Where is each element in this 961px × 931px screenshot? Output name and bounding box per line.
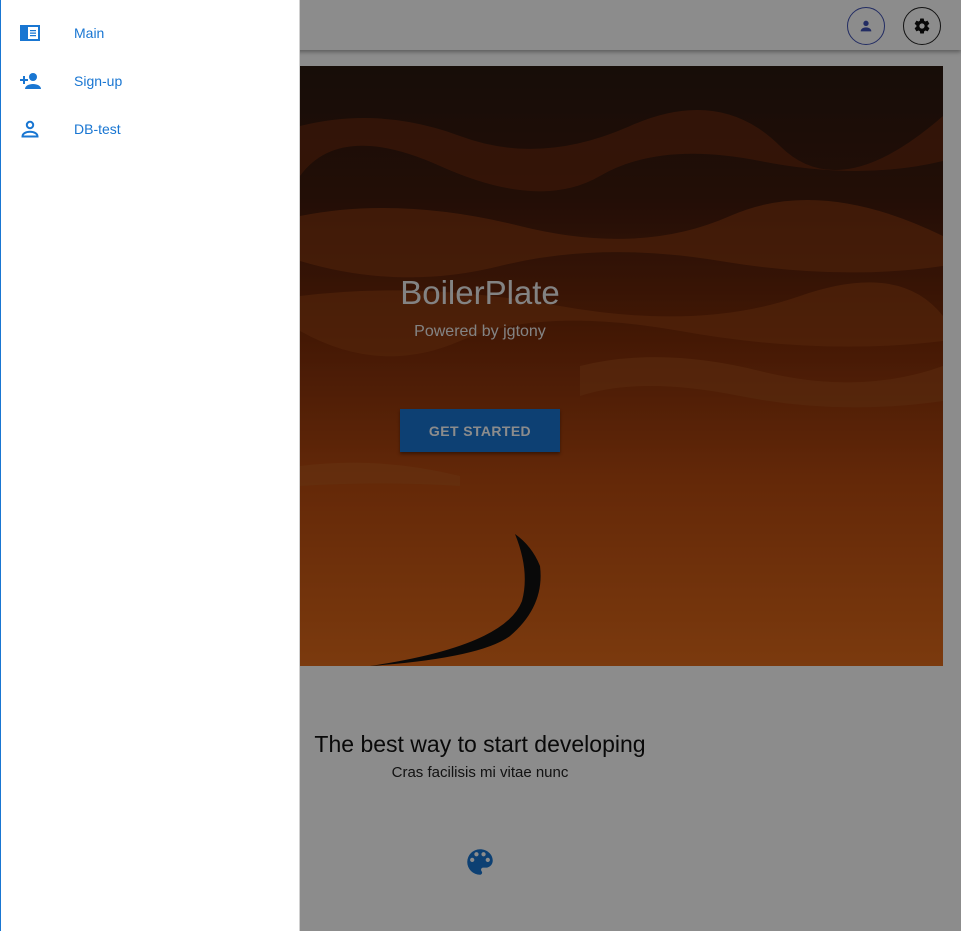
nav-item-label: Main [74, 25, 105, 41]
nav-item-db-test[interactable]: DB-test [1, 105, 301, 153]
nav-item-main[interactable]: Main [1, 9, 301, 57]
person-add-icon [20, 73, 41, 89]
nav-item-sign-up[interactable]: Sign-up [1, 57, 301, 105]
person-outline-icon [21, 120, 39, 138]
app-root: BoilerPlate Powered by jgtony GET STARTE… [0, 0, 961, 931]
navigation-drawer: Main Sign-up DB-test [0, 0, 300, 931]
main-icon [20, 25, 40, 41]
nav-item-label: DB-test [74, 121, 121, 137]
nav-item-label: Sign-up [74, 73, 123, 89]
